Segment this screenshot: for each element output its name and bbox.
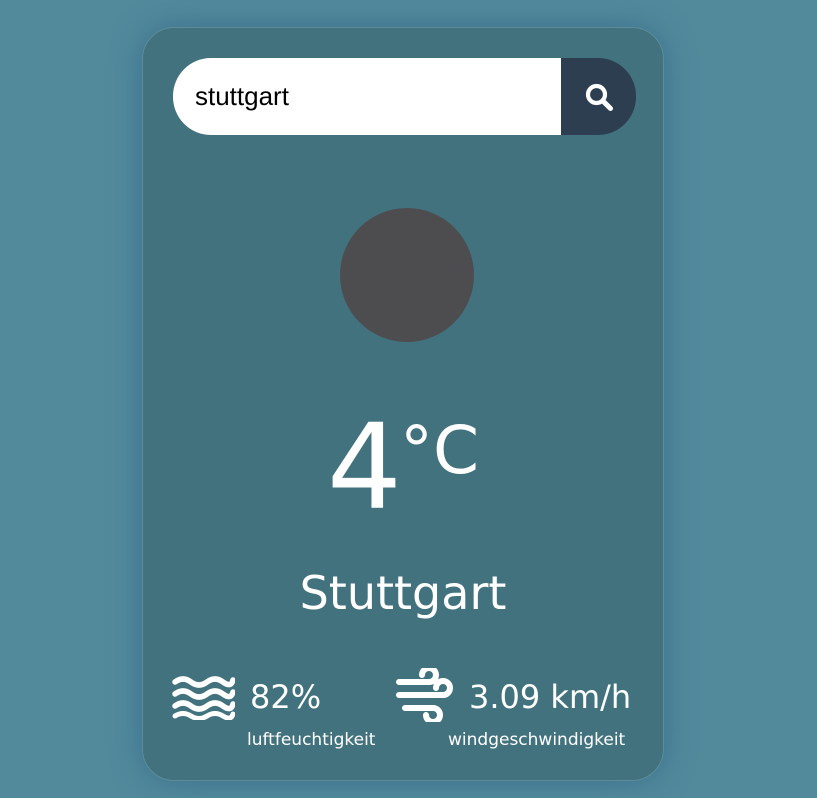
search-icon — [585, 83, 613, 111]
wind-label: windgeschwindigkeit — [448, 730, 626, 750]
humidity-label: luftfeuchtigkeit — [247, 730, 376, 750]
humidity-value: 82% — [250, 678, 322, 716]
search-button[interactable] — [561, 58, 636, 135]
city-name: Stuttgart — [299, 566, 507, 620]
temperature-value: 4 — [326, 398, 402, 536]
temperature-unit: °C — [399, 412, 480, 489]
search-bar — [173, 58, 636, 135]
wind-value: 3.09 km/h — [469, 678, 632, 716]
water-waves-icon — [172, 676, 235, 720]
weather-card: 4°C Stuttgart 82% luftfeuchtigkeit 3.09 … — [142, 27, 664, 781]
temperature: 4°C — [143, 408, 663, 526]
weather-condition-icon — [340, 208, 474, 342]
wind-icon — [396, 668, 453, 722]
search-input[interactable] — [173, 58, 561, 135]
